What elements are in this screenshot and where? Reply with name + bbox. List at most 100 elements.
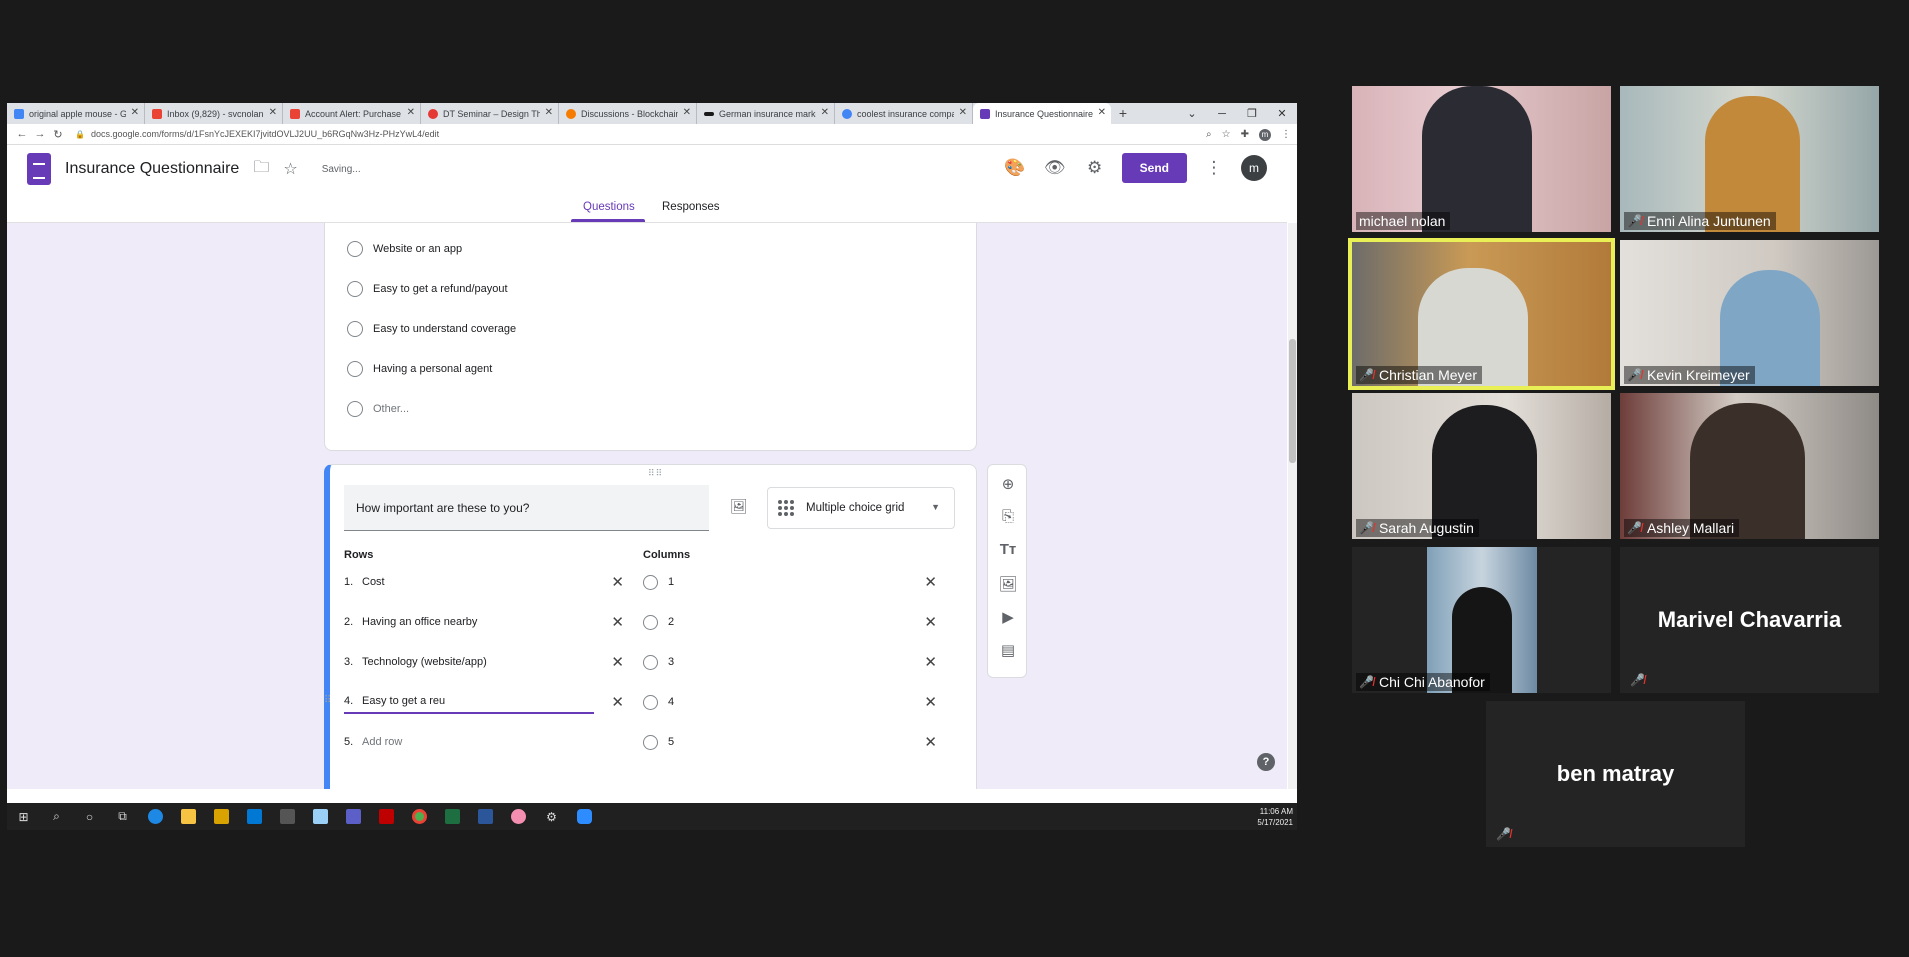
close-icon[interactable]: ✕ (131, 107, 139, 118)
remove-row-icon[interactable]: ✕ (611, 573, 624, 591)
new-tab-button[interactable]: + (1111, 103, 1135, 124)
grid-column[interactable]: 2 ✕ (643, 610, 937, 634)
option-item[interactable]: Easy to get a refund/payout (347, 281, 508, 297)
url-field[interactable]: docs.google.com/forms/d/1FsnYcJEXEKI7jvi… (91, 129, 439, 139)
store-icon[interactable] (205, 803, 238, 830)
row-drag-handle-icon[interactable]: ⠿ (324, 695, 331, 706)
remove-row-icon[interactable]: ✕ (611, 613, 624, 631)
participant-tile[interactable]: 🎤̸ Enni Alina Juntunen (1620, 86, 1879, 232)
participant-tile[interactable]: 🎤̸ Chi Chi Abanofor (1352, 547, 1611, 693)
question-type-dropdown[interactable]: Multiple choice grid ▼ (767, 487, 955, 529)
browser-tab[interactable]: Discussions - Blockchain Ta✕ (559, 103, 697, 124)
browser-tab[interactable]: German insurance market ✕ (697, 103, 835, 124)
participant-tile[interactable]: 🎤̸ Ashley Mallari (1620, 393, 1879, 539)
windows-start-icon[interactable]: ⊞ (7, 803, 40, 830)
browser-tab[interactable]: coolest insurance compan ✕ (835, 103, 973, 124)
browser-menu-icon[interactable]: ⋮ (1281, 129, 1291, 140)
remove-column-icon[interactable]: ✕ (924, 733, 937, 751)
option-item[interactable]: Website or an app (347, 241, 462, 257)
more-options-icon[interactable]: ⋮ (1201, 158, 1227, 178)
browser-tab[interactable]: DT Seminar – Design Thinki✕ (421, 103, 559, 124)
add-image-icon[interactable]: 🖼 (988, 575, 1028, 593)
close-window-icon[interactable]: ✕ (1267, 107, 1297, 120)
chrome-icon[interactable] (403, 803, 436, 830)
grid-column[interactable]: 4 ✕ (643, 690, 937, 714)
participant-tile[interactable]: michael nolan (1352, 86, 1611, 232)
file-explorer-icon[interactable] (172, 803, 205, 830)
preview-eye-icon[interactable]: 👁 (1042, 158, 1068, 178)
extensions-icon[interactable]: ✚ (1241, 129, 1249, 140)
forward-icon[interactable]: → (31, 128, 49, 140)
add-video-icon[interactable]: ▶ (988, 608, 1028, 626)
question-title-input[interactable]: How important are these to you? (344, 485, 709, 531)
tab-search-icon[interactable]: ⌄ (1177, 107, 1207, 120)
add-title-icon[interactable]: Tт (988, 541, 1028, 558)
tab-questions[interactable]: Questions (583, 201, 635, 213)
question-card-grid[interactable]: ⠿⠿ How important are these to you? 🖼 Mul… (324, 464, 977, 789)
tab-responses[interactable]: Responses (662, 201, 720, 213)
page-scrollbar[interactable] (1288, 223, 1297, 789)
excel-icon[interactable] (436, 803, 469, 830)
option-other[interactable]: Other... (347, 401, 409, 417)
row-text-input[interactable]: Easy to get a reu (362, 695, 445, 707)
question-card-previous[interactable]: Website or an app Easy to get a refund/p… (324, 223, 977, 451)
mail-icon[interactable] (238, 803, 271, 830)
participant-tile[interactable]: 🎤̸ Sarah Augustin (1352, 393, 1611, 539)
remove-column-icon[interactable]: ✕ (924, 693, 937, 711)
settings-gear-icon[interactable]: ⚙ (1082, 158, 1108, 178)
star-icon[interactable]: ☆ (283, 159, 297, 179)
browser-tab[interactable]: Inbox (9,829) - svcnolan@ ✕ (145, 103, 283, 124)
close-icon[interactable]: ✕ (683, 107, 691, 118)
add-image-icon[interactable]: 🖼 (730, 498, 748, 515)
task-view-icon[interactable]: ⧉ (106, 803, 139, 830)
participant-tile-no-video[interactable]: Marivel Chavarria 🎤̸ (1620, 547, 1879, 693)
google-forms-logo-icon[interactable] (27, 153, 51, 185)
filezilla-icon[interactable] (370, 803, 403, 830)
grid-column[interactable]: 1 ✕ (643, 570, 937, 594)
option-item[interactable]: Easy to understand coverage (347, 321, 516, 337)
maximize-icon[interactable]: ❐ (1237, 107, 1267, 120)
grid-column[interactable]: 5 ✕ (643, 730, 937, 754)
back-icon[interactable]: ← (13, 128, 31, 140)
browser-tab[interactable]: Account Alert: Purchase A ✕ (283, 103, 421, 124)
add-section-icon[interactable]: ▤ (988, 641, 1028, 659)
settings-icon[interactable]: ⚙ (535, 803, 568, 830)
grid-row-editing[interactable]: 4. Easy to get a reu (344, 690, 594, 714)
participant-tile-no-video[interactable]: ben matray 🎤̸ (1486, 701, 1745, 847)
remove-column-icon[interactable]: ✕ (924, 573, 937, 591)
browser-tab[interactable]: original apple mouse - Go ✕ (7, 103, 145, 124)
teams-icon[interactable] (337, 803, 370, 830)
import-questions-icon[interactable]: ⎘ (988, 508, 1028, 525)
help-icon[interactable]: ? (1257, 753, 1275, 771)
calculator-icon[interactable] (271, 803, 304, 830)
remove-column-icon[interactable]: ✕ (924, 613, 937, 631)
snip-icon[interactable] (304, 803, 337, 830)
close-icon[interactable]: ✕ (959, 107, 967, 118)
option-item[interactable]: Having a personal agent (347, 361, 492, 377)
word-icon[interactable] (469, 803, 502, 830)
remove-row-icon[interactable]: ✕ (611, 693, 624, 711)
profile-avatar[interactable]: m (1259, 128, 1271, 141)
remove-column-icon[interactable]: ✕ (924, 653, 937, 671)
remove-row-icon[interactable]: ✕ (611, 653, 624, 671)
add-row[interactable]: 5. Add row (344, 730, 624, 754)
form-title[interactable]: Insurance Questionnaire (65, 160, 239, 178)
system-clock[interactable]: 11:06 AM 5/17/2021 (1257, 806, 1293, 828)
close-icon[interactable]: ✕ (821, 107, 829, 118)
edge-icon[interactable] (139, 803, 172, 830)
participant-tile-active-speaker[interactable]: 🎤̸ Christian Meyer (1348, 238, 1615, 390)
folder-icon[interactable]: 🗀 (253, 156, 269, 183)
bookmark-star-icon[interactable]: ☆ (1222, 129, 1231, 140)
minimize-icon[interactable]: ─ (1207, 108, 1237, 120)
browser-tab-active[interactable]: Insurance Questionnaire ✕ (973, 103, 1111, 124)
close-icon[interactable]: ✕ (1098, 107, 1106, 118)
cortana-icon[interactable]: ○ (73, 803, 106, 830)
grid-row[interactable]: 3. Technology (website/app) ✕ (344, 650, 624, 674)
send-button[interactable]: Send (1121, 153, 1187, 183)
drag-handle-icon[interactable]: ⠿⠿ (648, 468, 663, 479)
paint-icon[interactable] (502, 803, 535, 830)
close-icon[interactable]: ✕ (269, 107, 277, 118)
grid-row[interactable]: 1. Cost ✕ (344, 570, 624, 594)
scrollbar-thumb[interactable] (1289, 339, 1296, 463)
zoom-icon[interactable]: ⌕ (1206, 129, 1212, 140)
